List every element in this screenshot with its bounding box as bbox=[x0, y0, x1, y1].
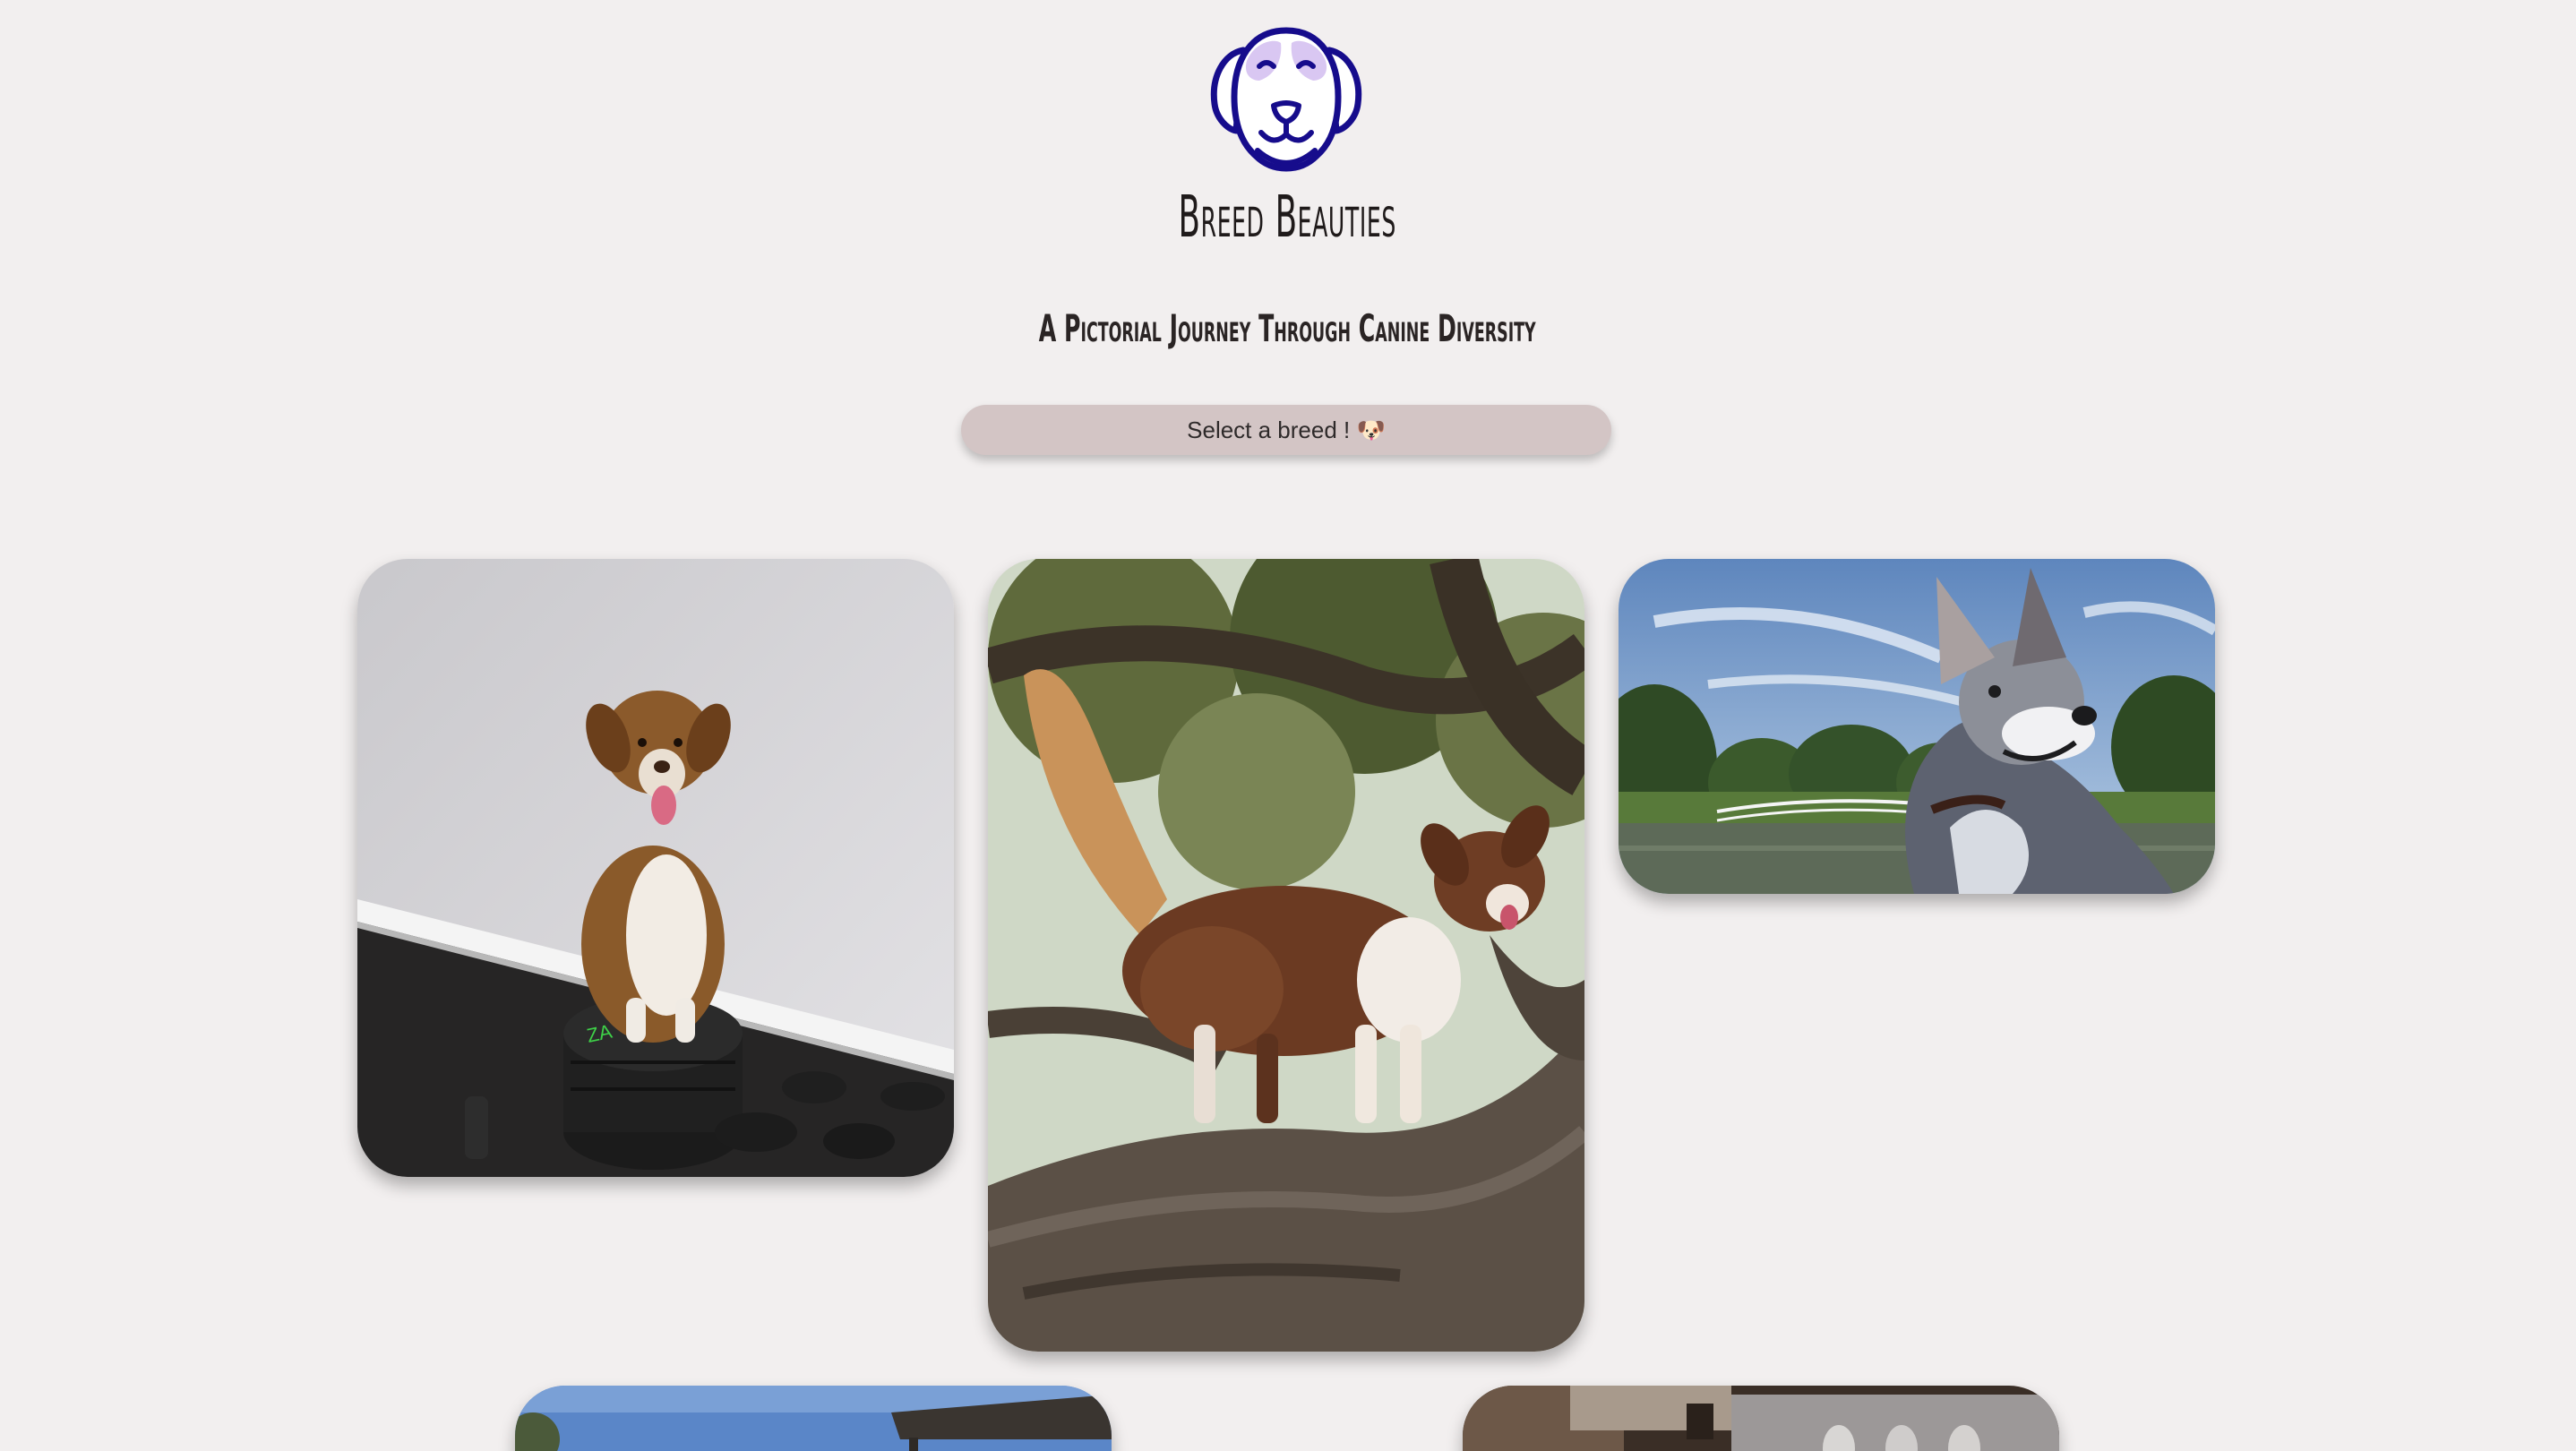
page-title: Breed Beauties bbox=[1178, 185, 1396, 251]
page-subtitle: A Pictorial Journey Through Canine Diver… bbox=[1038, 306, 1536, 350]
dog-face-icon bbox=[1210, 27, 1362, 172]
dog-image-card[interactable] bbox=[1463, 1386, 2059, 1451]
dog-image-card[interactable]: ZA bbox=[357, 559, 954, 1177]
page: Breed Beauties A Pictorial Journey Throu… bbox=[0, 0, 2576, 1451]
dog-photo-icon bbox=[988, 559, 1584, 1352]
dog-photo-icon bbox=[1619, 559, 2215, 894]
breed-select-button[interactable]: Select a breed ! 🐶 bbox=[961, 405, 1611, 455]
dog-photo-icon bbox=[515, 1386, 1112, 1451]
dog-image-card[interactable] bbox=[515, 1386, 1112, 1451]
dog-image-card[interactable] bbox=[988, 559, 1584, 1352]
dog-photo-icon: ZA bbox=[357, 559, 954, 1177]
dog-image-card[interactable] bbox=[1619, 559, 2215, 894]
dog-photo-icon bbox=[1463, 1386, 2059, 1451]
